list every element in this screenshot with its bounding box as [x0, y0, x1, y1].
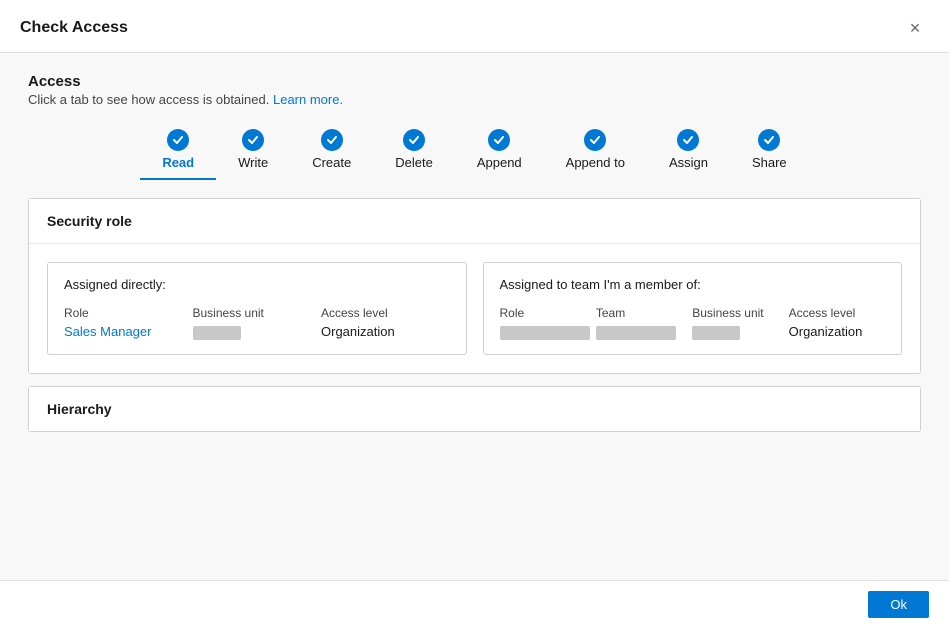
tab-write[interactable]: Write [216, 125, 290, 180]
assigned-team-header: Role Team Business unit Access level [500, 306, 886, 320]
access-title: Access [28, 73, 921, 90]
tab-read-check [167, 129, 189, 151]
tab-append-to-label: Append to [566, 155, 625, 170]
security-role-panel-body: Assigned directly: Role Business unit Ac… [29, 244, 920, 373]
access-section: Access Click a tab to see how access is … [28, 73, 921, 107]
assigned-team-title: Assigned to team I'm a member of: [500, 277, 886, 292]
tab-share-label: Share [752, 155, 787, 170]
tab-create-label: Create [312, 155, 351, 170]
cell-access-level: Organization [321, 324, 450, 340]
col-access-level: Access level [321, 306, 450, 320]
blurred-role [500, 326, 590, 340]
cell-team-business-unit [692, 324, 788, 340]
assigned-directly-table: Role Business unit Access level Sales Ma… [64, 306, 450, 340]
check-access-dialog: Check Access × Access Click a tab to see… [0, 0, 949, 628]
tab-assign-check [677, 129, 699, 151]
tab-create[interactable]: Create [290, 125, 373, 180]
assigned-team-table: Role Team Business unit Access level [500, 306, 886, 340]
col-team-business-unit: Business unit [692, 306, 788, 320]
cell-team-access-level: Organization [789, 324, 885, 340]
tab-write-label: Write [238, 155, 268, 170]
tab-delete-label: Delete [395, 155, 433, 170]
hierarchy-panel: Hierarchy [28, 386, 921, 432]
blurred-business-unit [193, 326, 241, 340]
tab-append-label: Append [477, 155, 522, 170]
col-role: Role [64, 306, 193, 320]
role-link-sales[interactable]: Sales [64, 324, 97, 339]
tab-read[interactable]: Read [140, 125, 216, 180]
tab-assign-label: Assign [669, 155, 708, 170]
close-button[interactable]: × [901, 14, 929, 42]
cell-team-role [500, 324, 596, 340]
hierarchy-panel-header: Hierarchy [29, 387, 920, 431]
learn-more-link[interactable]: Learn more. [273, 92, 343, 107]
tab-delete[interactable]: Delete [373, 125, 455, 180]
cell-team-name [596, 324, 692, 340]
access-subtitle: Click a tab to see how access is obtaine… [28, 92, 921, 107]
tab-assign[interactable]: Assign [647, 125, 730, 180]
security-role-panel-header: Security role [29, 199, 920, 244]
dialog-body: Access Click a tab to see how access is … [0, 53, 949, 580]
tab-read-label: Read [162, 155, 194, 170]
dialog-header: Check Access × [0, 0, 949, 53]
blurred-team [596, 326, 676, 340]
col-team-access-level: Access level [789, 306, 885, 320]
col-team-role: Role [500, 306, 596, 320]
dialog-footer: Ok [0, 580, 949, 628]
access-tabs: Read Write Create Delete [28, 125, 921, 180]
tab-append-to-check [584, 129, 606, 151]
tab-append[interactable]: Append [455, 125, 544, 180]
assigned-team-card: Assigned to team I'm a member of: Role T… [483, 262, 903, 355]
table-row: Organization [500, 324, 886, 340]
tab-share[interactable]: Share [730, 125, 809, 180]
blurred-team-bu [692, 326, 740, 340]
security-role-panel: Security role Assigned directly: Role Bu… [28, 198, 921, 374]
tab-append-to[interactable]: Append to [544, 125, 647, 180]
assigned-directly-title: Assigned directly: [64, 277, 450, 292]
access-subtitle-text: Click a tab to see how access is obtaine… [28, 92, 269, 107]
col-team: Team [596, 306, 692, 320]
cell-role: Sales Manager [64, 324, 193, 340]
cell-business-unit [193, 324, 322, 340]
dialog-title: Check Access [20, 19, 128, 37]
role-link-manager[interactable]: Manager [100, 324, 151, 339]
tab-write-check [242, 129, 264, 151]
tab-create-check [321, 129, 343, 151]
ok-button[interactable]: Ok [868, 591, 929, 618]
tab-delete-check [403, 129, 425, 151]
assigned-directly-header: Role Business unit Access level [64, 306, 450, 320]
col-business-unit: Business unit [193, 306, 322, 320]
tab-share-check [758, 129, 780, 151]
tab-append-check [488, 129, 510, 151]
table-row: Sales Manager Organization [64, 324, 450, 340]
assigned-directly-card: Assigned directly: Role Business unit Ac… [47, 262, 467, 355]
